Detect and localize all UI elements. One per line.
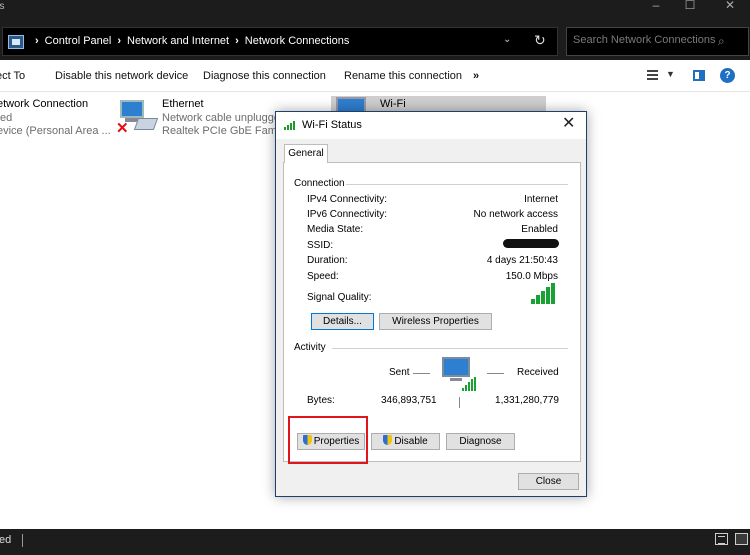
connect-to-button[interactable]: ect To xyxy=(0,70,25,82)
shield-icon xyxy=(383,435,393,445)
ssid-redacted-value xyxy=(503,239,559,248)
large-icons-view-icon[interactable] xyxy=(735,533,748,545)
diagnose-connection-button[interactable]: Diagnose this connection xyxy=(203,70,326,82)
media-state-label: Media State: xyxy=(307,224,364,235)
monitor-icon xyxy=(442,357,470,377)
breadcrumb-network-and-internet[interactable]: Network and Internet xyxy=(127,35,229,47)
bytes-label: Bytes: xyxy=(307,395,335,406)
ipv6-label: IPv6 Connectivity: xyxy=(307,209,388,220)
bytes-received-value: 1,331,280,779 xyxy=(495,395,559,406)
dialog-title-bar: Wi-Fi Status ✕ xyxy=(276,112,586,139)
close-window-button[interactable]: ✕ xyxy=(715,0,745,12)
sent-label: Sent xyxy=(389,367,410,378)
address-bar: › Control Panel › Network and Internet › Netw… xyxy=(0,24,750,60)
close-button[interactable]: Close xyxy=(518,473,579,490)
window-title: ns xyxy=(0,1,5,12)
bytes-sent-value: 346,893,751 xyxy=(381,395,437,406)
details-button[interactable]: Details... xyxy=(311,313,374,330)
breadcrumb-network-connections[interactable]: Network Connections xyxy=(245,35,350,47)
connection-status: ted xyxy=(0,111,13,124)
breadcrumb-control-panel[interactable]: Control Panel xyxy=(45,35,112,47)
chevron-right-icon[interactable]: › xyxy=(235,35,239,47)
status-text: ted xyxy=(0,534,12,546)
received-line xyxy=(487,373,504,374)
highlight-box xyxy=(288,416,368,464)
ipv4-value: Internet xyxy=(524,194,558,205)
disable-button-label: Disable xyxy=(394,436,428,447)
chevron-down-icon[interactable]: ⌄ xyxy=(503,34,511,45)
section-divider xyxy=(332,348,568,349)
monitor-icon xyxy=(120,100,144,118)
speed-label: Speed: xyxy=(307,271,339,282)
wireless-properties-button[interactable]: Wireless Properties xyxy=(379,313,492,330)
network-computer-icon xyxy=(440,355,480,393)
activity-section-label: Activity xyxy=(294,342,326,353)
wifi-item-label: Wi-Fi xyxy=(380,98,406,112)
minimize-button[interactable]: – xyxy=(641,0,671,12)
view-dropdown-icon[interactable]: ▼ xyxy=(666,69,675,79)
speed-value: 150.0 Mbps xyxy=(505,271,558,282)
connection-section-label: Connection xyxy=(294,178,345,189)
preview-pane-icon[interactable] xyxy=(693,70,705,81)
connection-name: etwork Connection xyxy=(0,98,89,110)
window-title-bar: ns – ☐ ✕ xyxy=(0,0,750,24)
section-divider xyxy=(346,184,568,185)
address-field[interactable]: › Control Panel › Network and Internet › Netw… xyxy=(2,27,558,56)
duration-value: 4 days 21:50:43 xyxy=(486,255,558,266)
close-icon[interactable]: ✕ xyxy=(562,115,575,133)
signal-strength-icon xyxy=(531,282,557,304)
received-label: Received xyxy=(517,367,559,378)
search-box[interactable]: ⌕ xyxy=(566,27,749,56)
disconnected-x-icon: ✕ xyxy=(116,120,129,137)
chevron-right-icon[interactable]: › xyxy=(35,35,39,47)
signal-quality-label: Signal Quality: xyxy=(307,292,372,303)
monitor-stand xyxy=(450,378,462,381)
more-commands-button[interactable]: » xyxy=(473,70,479,82)
ipv4-label: IPv4 Connectivity: xyxy=(307,194,388,205)
search-icon[interactable]: ⌕ xyxy=(718,34,725,49)
sent-line xyxy=(413,373,430,374)
cable-icon xyxy=(133,118,159,130)
disable-device-button[interactable]: Disable this network device xyxy=(55,70,188,82)
search-input[interactable] xyxy=(573,34,718,46)
list-item-bluetooth[interactable]: etwork Connection ted evice (Personal Ar… xyxy=(0,98,111,139)
duration-label: Duration: xyxy=(307,255,348,266)
dialog-title: Wi-Fi Status xyxy=(302,119,362,131)
ssid-label: SSID: xyxy=(307,240,334,251)
connection-device: evice (Personal Area ... xyxy=(0,125,111,137)
disable-button[interactable]: Disable xyxy=(371,433,440,450)
help-icon[interactable]: ? xyxy=(720,68,735,83)
status-divider xyxy=(22,534,23,547)
wifi-signal-icon xyxy=(284,121,298,130)
refresh-icon[interactable]: ↻ xyxy=(534,32,546,49)
view-options-icon[interactable] xyxy=(647,70,658,80)
ipv6-value: No network access xyxy=(473,209,558,220)
connection-name: Ethernet xyxy=(162,98,204,110)
bytes-divider xyxy=(459,397,460,408)
ethernet-icon[interactable]: ✕ xyxy=(116,97,160,139)
signal-bars-icon xyxy=(462,377,478,391)
connection-name: Wi-Fi xyxy=(380,98,406,110)
status-bar: ted xyxy=(0,529,750,555)
chevron-right-icon[interactable]: › xyxy=(117,35,121,47)
control-panel-icon xyxy=(8,35,24,49)
details-view-icon[interactable] xyxy=(715,533,728,545)
rename-connection-button[interactable]: Rename this connection xyxy=(344,70,462,82)
breadcrumb: › Control Panel › Network and Internet › Netw… xyxy=(29,35,349,47)
maximize-button[interactable]: ☐ xyxy=(675,0,705,12)
media-state-value: Enabled xyxy=(521,224,558,235)
tab-general[interactable]: General xyxy=(284,144,328,163)
diagnose-button[interactable]: Diagnose xyxy=(446,433,515,450)
command-bar: ect To Disable this network device Diagn… xyxy=(0,60,750,92)
